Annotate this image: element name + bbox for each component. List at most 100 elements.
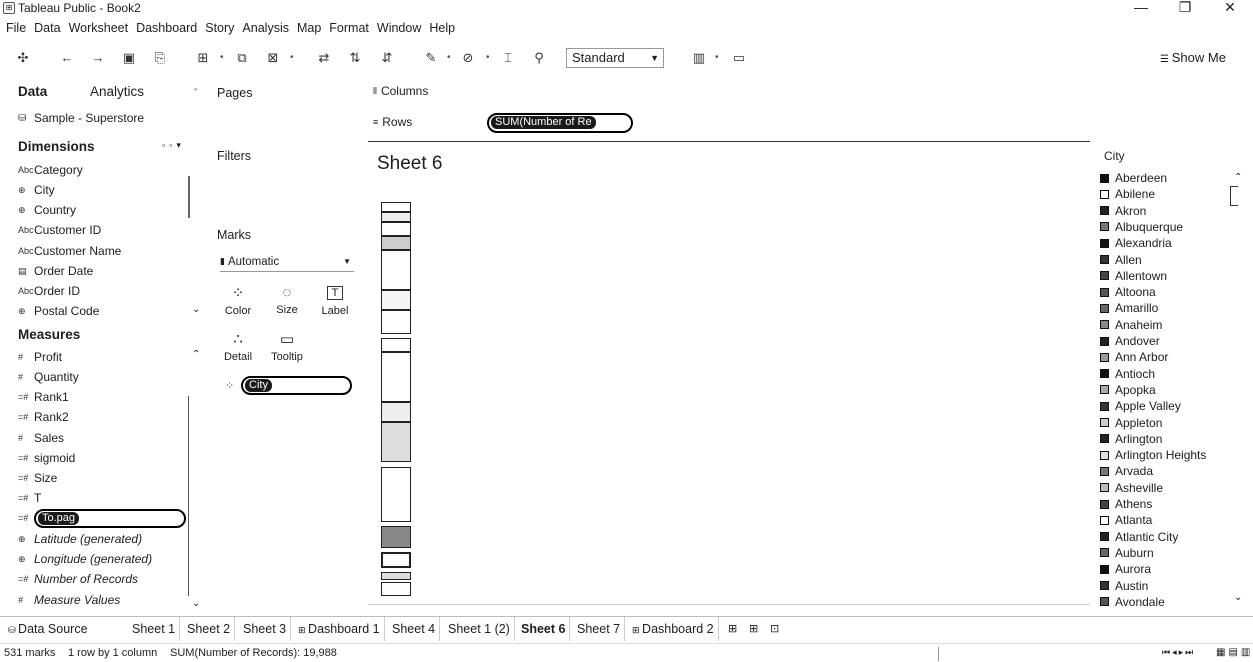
analytics-tab[interactable]: Analytics [90, 84, 144, 99]
tab-sheet-1[interactable]: Sheet 1 [128, 617, 181, 641]
swap-rows-columns-icon[interactable]: ⇄ [315, 50, 333, 66]
field-city[interactable]: ⊕ City [18, 181, 55, 199]
maximize-button[interactable]: ❐ [1170, 0, 1200, 16]
menu-help[interactable]: Help [425, 21, 459, 39]
field-quantity[interactable]: # Quantity [18, 368, 79, 386]
bar-segment[interactable] [381, 402, 411, 422]
detail-button[interactable]: ∴ Detail [218, 330, 258, 363]
bar-segment[interactable] [381, 552, 411, 568]
bar-segment[interactable] [381, 526, 411, 548]
legend-item[interactable]: Apple Valley [1100, 398, 1181, 414]
field-customer-name[interactable]: Abc Customer Name [18, 242, 121, 260]
bar-segment[interactable] [381, 222, 411, 236]
menu-story[interactable]: Story [201, 21, 238, 39]
menu-file[interactable]: File [0, 21, 30, 39]
mark-type-dropdown[interactable]: ▮ Automatic ▼ [220, 252, 354, 272]
field-customer-id[interactable]: Abc Customer ID [18, 221, 101, 239]
legend-item[interactable]: Albuquerque [1100, 219, 1183, 235]
bar-segment[interactable] [381, 572, 411, 580]
tab-sheet-6[interactable]: Sheet 6 [517, 617, 571, 641]
dimensions-scrollbar[interactable] [188, 176, 190, 218]
field-rank1[interactable]: =# Rank1 [18, 388, 69, 406]
chevron-down-icon[interactable]: ⌄ [1234, 592, 1242, 603]
legend-item[interactable]: Anaheim [1100, 317, 1162, 333]
legend-item[interactable]: Apopka [1100, 382, 1156, 398]
field-sales[interactable]: # Sales [18, 429, 64, 447]
new-story-icon[interactable]: ⊡ [770, 622, 779, 635]
tab-sheet-3[interactable]: Sheet 3 [239, 617, 292, 641]
menu-dashboard[interactable]: Dashboard [132, 21, 201, 39]
chevron-up-icon[interactable]: ⌃ [1234, 172, 1242, 183]
menu-map[interactable]: Map [293, 21, 325, 39]
legend-item[interactable]: Arlington Heights [1100, 447, 1206, 463]
clear-sheet-icon[interactable]: ⊠ [264, 50, 282, 66]
marks-city-pill[interactable]: City [241, 376, 352, 395]
datasource-item[interactable]: ⛁ Sample - Superstore [18, 111, 144, 125]
legend-scrollbar-thumb[interactable] [1230, 186, 1238, 206]
legend-item[interactable]: Avondale [1100, 594, 1165, 610]
legend-item[interactable]: Austin [1100, 578, 1148, 594]
dropdown-arrow-icon[interactable]: • [290, 52, 294, 63]
legend-item[interactable]: Arvada [1100, 463, 1153, 479]
bar-segment[interactable] [381, 236, 411, 250]
sort-ascending-icon[interactable]: ⇅ [346, 50, 364, 66]
bar-segment[interactable] [381, 202, 411, 212]
tab-dashboard-1[interactable]: ⊞ Dashboard 1 [294, 617, 385, 641]
bar-segment[interactable] [381, 338, 411, 352]
collapse-pane-icon[interactable]: ◦ [194, 84, 197, 94]
legend-item[interactable]: Antioch [1100, 366, 1155, 382]
legend-item[interactable]: Allen [1100, 252, 1142, 268]
measures-scrollbar[interactable] [188, 396, 189, 596]
tableau-logo-icon[interactable]: ✣ [14, 50, 32, 66]
chevron-down-icon[interactable]: ⌄ [192, 304, 200, 315]
undo-icon[interactable]: ← [58, 50, 76, 65]
tab-dashboard-2[interactable]: ⊞ Dashboard 2 [628, 617, 719, 641]
legend-item[interactable]: Asheville [1100, 480, 1163, 496]
group-members-icon[interactable]: ⊘ [459, 50, 477, 66]
save-icon[interactable]: ▣ [120, 50, 138, 66]
redo-icon[interactable]: → [89, 50, 107, 65]
field-order-date[interactable]: ▤ Order Date [18, 262, 93, 280]
field-sigmoid[interactable]: =# sigmoid [18, 449, 75, 467]
bar-segment[interactable] [381, 212, 411, 222]
legend-item[interactable]: Altoona [1100, 284, 1156, 300]
field-country[interactable]: ⊕ Country [18, 201, 76, 219]
show-cards-icon[interactable]: ▥ [690, 50, 708, 66]
view-toggle-icons[interactable]: ▦▤▥ [1216, 647, 1253, 658]
legend-item[interactable]: Akron [1100, 203, 1146, 219]
columns-shelf[interactable]: ⦀ Columns [373, 84, 428, 98]
legend-item[interactable]: Andover [1100, 333, 1160, 349]
selected-field-pill[interactable]: To.pag [34, 508, 186, 528]
field-rank2[interactable]: =# Rank2 [18, 408, 69, 426]
field-order-id[interactable]: Abc Order ID [18, 282, 80, 300]
menu-worksheet[interactable]: Worksheet [65, 21, 133, 39]
show-me-button[interactable]: ☰ Show Me [1160, 50, 1226, 65]
label-button[interactable]: T Label [315, 284, 355, 317]
fix-axes-icon[interactable]: ⚲ [530, 50, 548, 66]
bar-segment[interactable] [381, 290, 411, 310]
legend-item[interactable]: Appleton [1100, 415, 1162, 431]
field-category[interactable]: Abc Category [18, 161, 83, 179]
fit-dropdown[interactable]: Standard ▼ [566, 48, 664, 68]
field-measure-values[interactable]: # Measure Values [18, 591, 120, 609]
legend-item[interactable]: Auburn [1100, 545, 1154, 561]
field-size[interactable]: =# Size [18, 469, 57, 487]
sort-descending-icon[interactable]: ⇵ [378, 50, 396, 66]
show-mark-labels-icon[interactable]: ⌶ [499, 50, 517, 66]
new-worksheet-icon[interactable]: ⊞ [194, 50, 212, 66]
menu-analysis[interactable]: Analysis [238, 21, 293, 39]
close-button[interactable]: ✕ [1215, 0, 1245, 16]
tab-sheet-1-2[interactable]: Sheet 1 (2) [444, 617, 515, 641]
legend-item[interactable]: Abilene [1100, 186, 1155, 202]
field-latitude[interactable]: ⊕ Latitude (generated) [18, 530, 142, 548]
legend-item[interactable]: Arlington [1100, 431, 1162, 447]
dimensions-options-icon[interactable]: ▫▫▾ [162, 140, 185, 151]
legend-item[interactable]: Alexandria [1100, 235, 1172, 251]
bar-segment[interactable] [381, 250, 411, 290]
bar-segment[interactable] [381, 582, 411, 596]
tab-sheet-2[interactable]: Sheet 2 [183, 617, 236, 641]
bar-segment[interactable] [381, 352, 411, 402]
new-datasource-icon[interactable]: ⎘ [151, 50, 169, 66]
field-number-of-records[interactable]: =# Number of Records [18, 570, 138, 588]
legend-item[interactable]: Ann Arbor [1100, 349, 1168, 365]
